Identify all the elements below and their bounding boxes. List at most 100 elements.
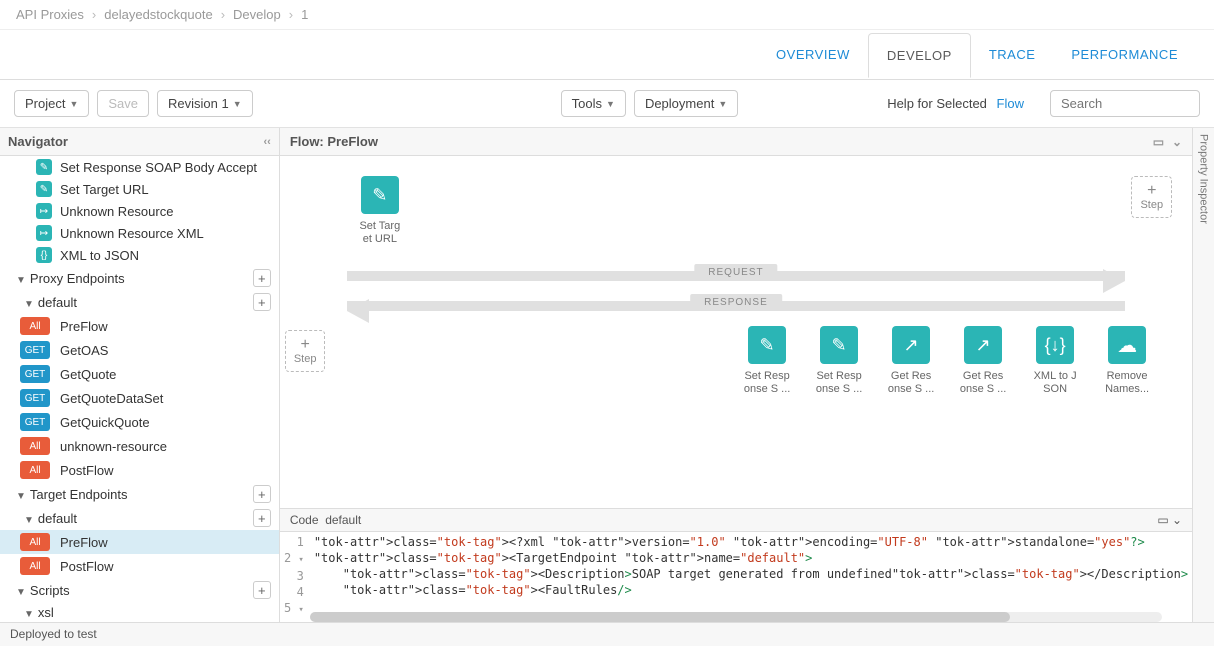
tab-trace[interactable]: TRACE (971, 33, 1054, 76)
section-target-endpoints[interactable]: ▼Target Endpoints + (0, 482, 279, 506)
navigator-header: Navigator ‹‹ (0, 128, 279, 156)
proxy-flow-item[interactable]: AllPostFlow (0, 458, 279, 482)
crumb-proxies[interactable]: API Proxies (16, 7, 84, 22)
arrow-icon: ↦ (36, 225, 52, 241)
method-badge: All (20, 533, 50, 551)
proxy-flow-item[interactable]: GETGetQuoteDataSet (0, 386, 279, 410)
pencil-icon: ✎ (361, 176, 399, 214)
chevron-icon[interactable]: ⌄ (1172, 513, 1182, 527)
arrow-icon: ↦ (36, 203, 52, 219)
caret-down-icon: ▼ (233, 99, 242, 109)
method-badge: GET (20, 413, 50, 431)
section-scripts[interactable]: ▼Scripts + (0, 578, 279, 602)
chevron-down-icon: ▼ (16, 491, 26, 502)
caret-down-icon: ▼ (718, 99, 727, 109)
add-flow-button[interactable]: + (253, 509, 271, 527)
deployment-button[interactable]: Deployment▼ (634, 90, 738, 117)
section-proxy-endpoints[interactable]: ▼Proxy Endpoints + (0, 266, 279, 290)
horizontal-scrollbar[interactable] (310, 612, 1162, 622)
add-flow-button[interactable]: + (253, 293, 271, 311)
pencil-icon: ✎ (36, 181, 52, 197)
pencil-icon: ✎ (820, 326, 858, 364)
method-badge: GET (20, 389, 50, 407)
flow-header: Flow: PreFlow ▭ ⌄ (280, 128, 1192, 156)
request-flow-line: REQUEST (325, 266, 1147, 286)
proxy-flow-item[interactable]: GETGetOAS (0, 338, 279, 362)
policy-step[interactable]: ✎Set Response S ... (809, 326, 869, 396)
proxy-flow-item[interactable]: Allunknown-resource (0, 434, 279, 458)
braces-icon: {} (36, 247, 52, 263)
proxy-default[interactable]: ▼default + (0, 290, 279, 314)
layout-icon[interactable]: ▭ (1157, 513, 1168, 527)
main-tabs: OVERVIEW DEVELOP TRACE PERFORMANCE (0, 30, 1214, 80)
policy-step[interactable]: ↗Get Resonse S ... (953, 326, 1013, 396)
share-icon: ↗ (892, 326, 930, 364)
chevron-down-icon: ▼ (24, 299, 34, 310)
proxy-flow-item[interactable]: GETGetQuote (0, 362, 279, 386)
help-link[interactable]: Flow (997, 96, 1024, 111)
policy-item[interactable]: ↦Unknown Resource XML (0, 222, 279, 244)
code-header: Code default ▭ ⌄ (280, 508, 1192, 532)
policy-item[interactable]: {}XML to JSON (0, 244, 279, 266)
policy-item[interactable]: ↦Unknown Resource (0, 200, 279, 222)
caret-down-icon: ▼ (69, 99, 78, 109)
policy-item[interactable]: ✎Set Target URL (0, 178, 279, 200)
caret-down-icon: ▼ (606, 99, 615, 109)
property-inspector-collapsed[interactable]: Property Inspector (1192, 128, 1214, 622)
collapse-icon[interactable]: ‹‹ (264, 136, 271, 148)
tab-overview[interactable]: OVERVIEW (758, 33, 868, 76)
target-default[interactable]: ▼default + (0, 506, 279, 530)
cloud-check-icon: ☁✓ (1108, 326, 1146, 364)
search-input[interactable] (1050, 90, 1200, 117)
crumb-revision[interactable]: 1 (301, 7, 308, 22)
help-for-selected: Help for Selected Flow (887, 96, 1024, 111)
add-proxy-endpoint-button[interactable]: + (253, 269, 271, 287)
tools-button[interactable]: Tools▼ (561, 90, 626, 117)
policy-step[interactable]: {↓}XML to JSON (1025, 326, 1085, 396)
method-badge: GET (20, 365, 50, 383)
add-script-button[interactable]: + (253, 581, 271, 599)
policy-step[interactable]: ✎Set Response S ... (737, 326, 797, 396)
chevron-down-icon: ▼ (16, 275, 26, 286)
chevron-icon[interactable]: ⌄ (1172, 135, 1182, 149)
method-badge: All (20, 437, 50, 455)
chevron-down-icon: ▼ (16, 587, 26, 598)
layout-icon[interactable]: ▭ (1153, 135, 1164, 149)
policy-step[interactable]: ✎Set Target URL (350, 176, 410, 246)
policy-item[interactable]: ✎Set Response SOAP Body Accept (0, 156, 279, 178)
tab-develop[interactable]: DEVELOP (868, 33, 971, 78)
pencil-icon: ✎ (748, 326, 786, 364)
save-button[interactable]: Save (97, 90, 149, 117)
project-button[interactable]: Project▼ (14, 90, 89, 117)
policy-step[interactable]: ☁✓RemoveNames... (1097, 326, 1157, 396)
flow-canvas: Flow: PreFlow ▭ ⌄ ✎Set Target URL +Step … (280, 128, 1192, 622)
status-bar: Deployed to test (0, 622, 1214, 646)
xsl-folder[interactable]: ▼xsl (0, 602, 279, 622)
method-badge: All (20, 461, 50, 479)
chevron-down-icon: ▼ (24, 515, 34, 526)
method-badge: GET (20, 341, 50, 359)
pencil-icon: ✎ (36, 159, 52, 175)
policy-step[interactable]: ↗Get Resonse S ... (881, 326, 941, 396)
add-target-endpoint-button[interactable]: + (253, 485, 271, 503)
navigator: Navigator ‹‹ ✎Set Response SOAP Body Acc… (0, 128, 280, 622)
code-editor[interactable]: 12 ▾345 ▾ "tok-attr">class="tok-tag"><?x… (280, 532, 1192, 612)
share-icon: ↗ (964, 326, 1002, 364)
revision-button[interactable]: Revision 1▼ (157, 90, 253, 117)
crumb-develop[interactable]: Develop (233, 7, 281, 22)
response-flow-line: RESPONSE (325, 296, 1147, 316)
braces-icon: {↓} (1036, 326, 1074, 364)
target-flow-item[interactable]: AllPostFlow (0, 554, 279, 578)
method-badge: All (20, 557, 50, 575)
add-response-step-button[interactable]: +Step (285, 330, 326, 372)
crumb-proxy-name[interactable]: delayedstockquote (104, 7, 212, 22)
method-badge: All (20, 317, 50, 335)
tab-performance[interactable]: PERFORMANCE (1053, 33, 1196, 76)
toolbar: Project▼ Save Revision 1▼ Tools▼ Deploym… (0, 80, 1214, 128)
add-request-step-button[interactable]: +Step (1131, 176, 1172, 218)
target-flow-item[interactable]: AllPreFlow (0, 530, 279, 554)
chevron-down-icon: ▼ (24, 609, 34, 620)
proxy-flow-item[interactable]: AllPreFlow (0, 314, 279, 338)
breadcrumb: API Proxies › delayedstockquote › Develo… (0, 0, 1214, 30)
proxy-flow-item[interactable]: GETGetQuickQuote (0, 410, 279, 434)
